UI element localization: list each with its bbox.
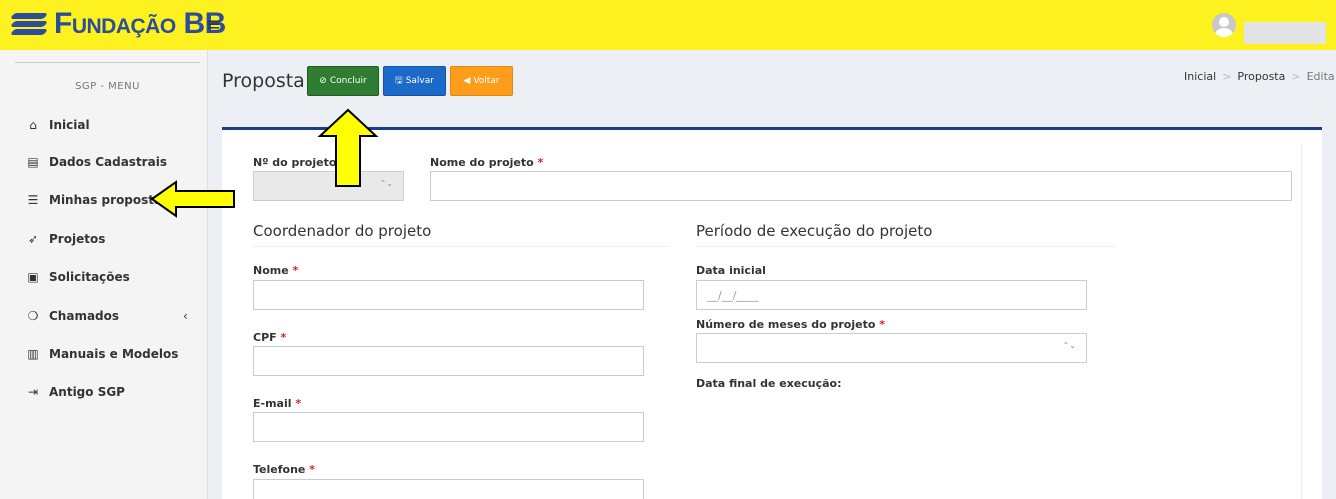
end-date-label: Data final de execução: <box>696 377 842 390</box>
money-icon: ▣ <box>27 270 39 284</box>
spinner-icon[interactable]: ⌃⌄ <box>1063 342 1076 350</box>
phone-label: Telefone * <box>253 463 315 476</box>
project-name-input[interactable] <box>430 171 1292 201</box>
chevron-left-icon[interactable]: ‹ <box>183 309 188 323</box>
sidebar-header: SGP - MENU <box>15 62 200 92</box>
email-input[interactable] <box>253 412 644 442</box>
sidebar-item-solicitacoes[interactable]: ▣ Solicitações <box>0 262 208 292</box>
document-icon: ▤ <box>27 155 39 169</box>
spinner-icon[interactable]: ⌃⌄ <box>380 180 393 188</box>
sidebar-item-label: Chamados <box>49 309 120 323</box>
user-name-redacted[interactable] <box>1244 22 1326 44</box>
voltar-button[interactable]: ◀ Voltar <box>450 66 513 96</box>
sidebar-item-manuais-e-modelos[interactable]: ▥ Manuais e Modelos <box>0 339 208 369</box>
save-icon: 🖫 <box>395 76 403 86</box>
project-name-label-text: Nome do projeto <box>430 156 534 169</box>
name-input[interactable] <box>253 280 644 310</box>
section-divider <box>253 246 670 247</box>
sidebar-item-label: Antigo SGP <box>49 385 125 399</box>
cpf-input[interactable] <box>253 346 644 376</box>
chat-icon: ❍ <box>27 309 39 323</box>
start-date-label: Data inicial <box>696 264 766 277</box>
phone-input[interactable] <box>253 479 644 499</box>
check-circle-icon: ⊘ <box>319 76 327 86</box>
sidebar-item-inicial[interactable]: ⌂ Inicial <box>0 110 208 140</box>
list-icon: ☰ <box>27 193 39 207</box>
breadcrumb-item-inicial[interactable]: Inicial <box>1184 70 1216 83</box>
phone-label-text: Telefone <box>253 463 306 476</box>
cpf-label-text: CPF <box>253 331 277 344</box>
sidebar-item-dados-cadastrais[interactable]: ▤ Dados Cadastrais <box>0 147 208 177</box>
sidebar-item-antigo-sgp[interactable]: ⇥ Antigo SGP <box>0 377 208 407</box>
sidebar-item-projetos[interactable]: ➶ Projetos <box>0 224 208 254</box>
panel-divider <box>1301 143 1302 499</box>
logo-text: Fundação BB <box>54 7 226 40</box>
top-navbar: Fundação BB ≡ <box>0 0 1336 50</box>
period-section-title: Período de execução do projeto <box>696 222 933 240</box>
sign-in-icon: ⇥ <box>27 385 39 399</box>
page-title: Proposta <box>222 70 305 92</box>
required-mark: * <box>879 318 886 331</box>
email-label-text: E-mail <box>253 397 292 410</box>
required-mark: * <box>309 463 315 476</box>
rocket-icon: ➶ <box>27 232 39 246</box>
sidebar-item-label: Projetos <box>49 232 106 246</box>
breadcrumb: Inicial > Proposta > Edita <box>1184 70 1335 83</box>
user-avatar[interactable] <box>1212 13 1236 37</box>
email-label: E-mail * <box>253 397 301 410</box>
breadcrumb-item-proposta[interactable]: Proposta <box>1237 70 1285 83</box>
home-icon: ⌂ <box>29 118 37 132</box>
months-label: Número de meses do projeto * <box>696 318 885 331</box>
breadcrumb-separator: > <box>1222 70 1232 83</box>
required-mark: * <box>292 264 299 277</box>
sidebar-item-label: Dados Cadastrais <box>49 155 167 169</box>
project-name-label: Nome do projeto * <box>430 156 543 169</box>
coordinator-section-title: Coordenador do projeto <box>253 222 432 240</box>
hamburger-icon[interactable]: ≡ <box>206 16 221 34</box>
months-input[interactable]: ⌃⌄ <box>696 333 1087 363</box>
name-label-text: Nome <box>253 264 289 277</box>
breadcrumb-separator: > <box>1291 70 1301 83</box>
breadcrumb-item-edita: Edita <box>1306 70 1335 83</box>
concluir-button[interactable]: ⊘ Concluir <box>307 66 379 96</box>
required-mark: * <box>537 156 544 169</box>
section-divider <box>696 246 1115 247</box>
sidebar: SGP - MENU ⌂ Inicial ▤ Dados Cadastrais … <box>0 50 208 499</box>
months-label-text: Número de meses do projeto <box>696 318 876 331</box>
name-label: Nome * <box>253 264 298 277</box>
salvar-label: Salvar <box>405 76 434 86</box>
cpf-label: CPF * <box>253 331 286 344</box>
bb-logo-icon <box>9 9 49 39</box>
start-date-placeholder: __/__/____ <box>707 288 759 302</box>
fundacao-bb-logo[interactable]: Fundação BB <box>9 7 226 40</box>
start-date-input[interactable]: __/__/____ <box>696 280 1087 310</box>
back-icon: ◀ <box>463 76 471 86</box>
required-mark: * <box>295 397 302 410</box>
book-icon: ▥ <box>27 347 39 361</box>
sidebar-item-label: Solicitações <box>49 270 130 284</box>
salvar-button[interactable]: 🖫 Salvar <box>383 66 446 96</box>
left-arrow-annotation <box>150 180 235 218</box>
required-mark: * <box>280 331 287 344</box>
voltar-label: Voltar <box>473 76 500 86</box>
concluir-label: Concluir <box>329 76 367 86</box>
sidebar-item-label: Manuais e Modelos <box>49 347 179 361</box>
sidebar-item-chamados[interactable]: ❍ Chamados ‹ <box>0 301 208 331</box>
sidebar-item-label: Inicial <box>49 118 90 132</box>
up-arrow-annotation <box>317 108 379 187</box>
